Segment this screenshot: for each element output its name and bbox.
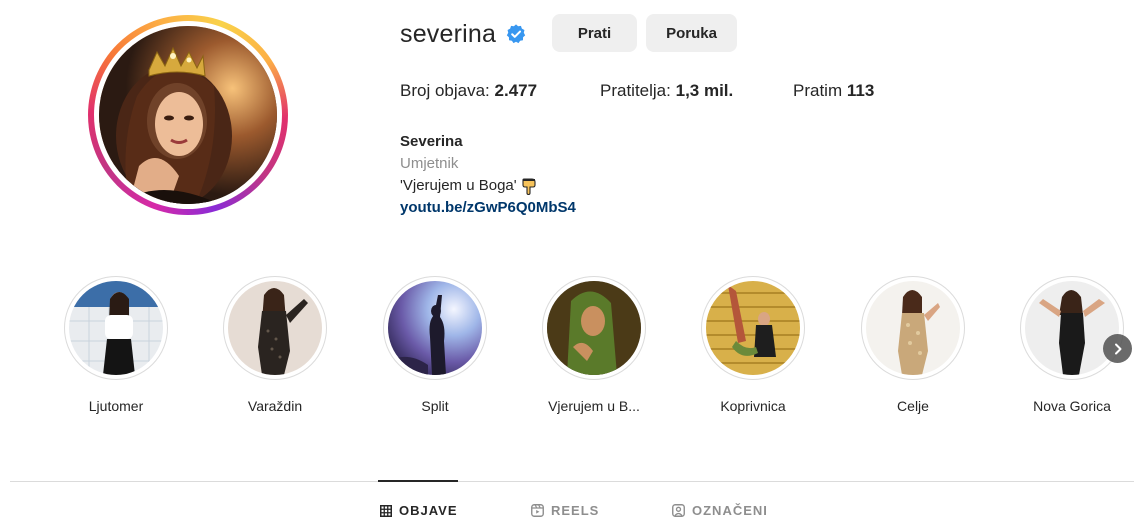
profile-stats: Broj objava: 2.477 Pratitelja: 1,3 mil. … (400, 81, 874, 101)
following-label: Pratim (793, 81, 843, 100)
posts-count: Broj objava: 2.477 (400, 81, 600, 101)
highlight-label: Varaždin (247, 398, 303, 414)
followers-count[interactable]: Pratitelja: 1,3 mil. (600, 81, 793, 101)
bio-section: Severina Umjetnik 'Vjerujem u Boga' yout… (400, 131, 576, 219)
tabs-divider (10, 481, 1134, 482)
highlight-ring (383, 276, 487, 380)
highlight-split[interactable]: Split (355, 276, 515, 414)
tab-posts[interactable]: OBJAVE (380, 503, 458, 518)
highlight-cover (1025, 281, 1119, 375)
highlight-label: Koprivnica (720, 398, 786, 414)
highlight-ring (64, 276, 168, 380)
highlight-cover (547, 281, 641, 375)
highlight-ljutomer[interactable]: Ljutomer (36, 276, 196, 414)
bio-category: Umjetnik (400, 155, 459, 172)
highlight-cover (228, 281, 322, 375)
highlight-koprivnica[interactable]: Koprivnica (673, 276, 833, 414)
bio-full-name: Severina (400, 133, 463, 150)
posts-value: 2.477 (494, 81, 538, 100)
verified-badge-icon (505, 23, 527, 45)
highlight-label: Vjerujem u B... (548, 398, 640, 414)
highlight-ring (542, 276, 646, 380)
highlight-label: Split (421, 398, 449, 414)
followers-label: Pratitelja: (600, 81, 671, 100)
message-button[interactable]: Poruka (646, 14, 737, 52)
highlight-ring (223, 276, 327, 380)
highlight-cover (706, 281, 800, 375)
reels-icon (531, 504, 544, 517)
avatar (99, 26, 277, 204)
grid-icon (380, 504, 392, 517)
highlight-ring (701, 276, 805, 380)
followers-value: 1,3 mil. (675, 81, 734, 100)
posts-label: Broj objava: (400, 81, 490, 100)
tab-reels-label: REELS (551, 503, 600, 518)
tab-posts-label: OBJAVE (399, 503, 458, 518)
tab-tagged-label: OZNAČENI (692, 503, 768, 518)
bio-link[interactable]: youtu.be/zGwP6Q0MbS4 (400, 197, 576, 219)
highlight-varazdin[interactable]: Varaždin (195, 276, 355, 414)
story-highlights: Ljutomer Varaždin Split Vjerujem u B... … (0, 276, 1134, 426)
pointing-down-hand-icon (521, 177, 537, 195)
highlight-cover (866, 281, 960, 375)
avatar-illustration (99, 26, 277, 204)
highlights-next-button[interactable] (1103, 334, 1132, 363)
tab-tagged[interactable]: OZNAČENI (672, 503, 768, 518)
highlight-label: Celje (897, 398, 929, 414)
highlight-cover (69, 281, 163, 375)
following-count[interactable]: Pratim 113 (793, 81, 874, 101)
username-row: severina (400, 14, 527, 54)
following-value: 113 (846, 81, 875, 100)
profile-avatar-story-ring[interactable] (88, 15, 288, 215)
avatar-border (94, 21, 282, 209)
chevron-right-icon (1114, 343, 1121, 354)
tab-reels[interactable]: REELS (531, 503, 599, 518)
tagged-user-icon (672, 504, 685, 517)
highlight-cover (388, 281, 482, 375)
bio-text: 'Vjerujem u Boga' (400, 177, 517, 194)
bio-text-row: 'Vjerujem u Boga' (400, 175, 576, 197)
highlight-ring (1020, 276, 1124, 380)
highlight-celje[interactable]: Celje (833, 276, 993, 414)
username: severina (400, 19, 497, 48)
highlight-label: Nova Gorica (1033, 398, 1111, 414)
highlight-ring (861, 276, 965, 380)
highlight-label: Ljutomer (88, 398, 144, 414)
highlight-vjerujem-u-boga[interactable]: Vjerujem u B... (514, 276, 674, 414)
active-tab-indicator (378, 480, 458, 482)
follow-button[interactable]: Prati (552, 14, 637, 52)
